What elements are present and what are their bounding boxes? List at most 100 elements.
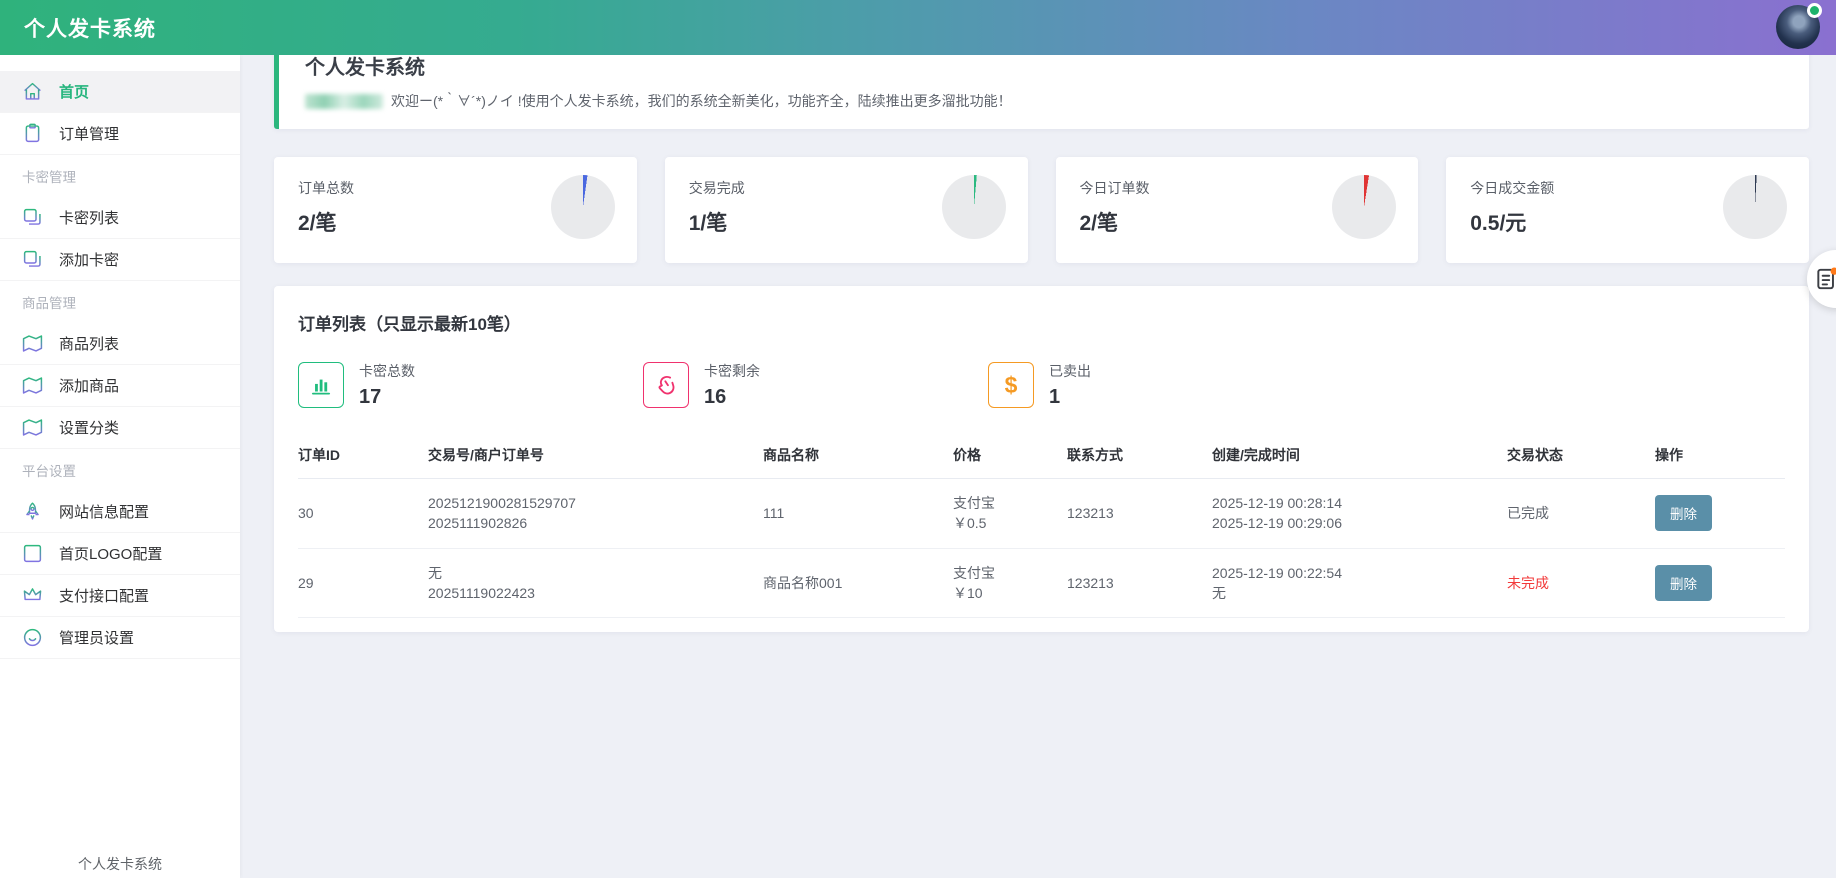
sidebar-item-add-card[interactable]: 添加卡密 bbox=[0, 239, 240, 281]
clipboard-icon bbox=[22, 123, 43, 144]
welcome-title: 个人发卡系统 bbox=[305, 57, 425, 79]
card-key-stats-row: 卡密总数 17 卡密剩余 16 $ 已卖出 1 bbox=[298, 361, 1785, 409]
swipe-hand-icon bbox=[643, 362, 689, 408]
sidebar-item-payment-config[interactable]: 支付接口配置 bbox=[0, 575, 240, 617]
sidebar-footer-title: 个人发卡系统 bbox=[78, 856, 162, 872]
stat-card-total-orders: 订单总数 2/笔 bbox=[274, 157, 637, 263]
sidebar-section-platform-settings: 平台设置 bbox=[22, 464, 76, 479]
user-avatar[interactable] bbox=[1776, 3, 1822, 49]
blurred-username bbox=[305, 93, 383, 109]
cell-contact: 123213 bbox=[1067, 478, 1212, 549]
main-content: 个人发卡系统 欢迎ー(*｀∀´*)ノイ !使用个人发卡系统，我们的系统全新美化，… bbox=[240, 0, 1836, 633]
col-actions: 操作 bbox=[1655, 433, 1785, 479]
cell-order-id: 30 bbox=[298, 478, 428, 549]
orders-panel-title: 订单列表（只显示最新10笔） bbox=[298, 315, 521, 334]
mini-stat-label: 已卖出 bbox=[1049, 363, 1091, 379]
welcome-message: 欢迎ー(*｀∀´*)ノイ !使用个人发卡系统，我们的系统全新美化，功能齐全，陆续… bbox=[305, 91, 1783, 111]
sidebar-item-label: 卡密列表 bbox=[59, 210, 120, 227]
cell-product-name: 111 bbox=[763, 478, 953, 549]
orders-panel: 订单列表（只显示最新10笔） 卡密总数 17 卡密剩余 16 $ 已卖出 1 订… bbox=[274, 286, 1809, 633]
sidebar-item-card-list[interactable]: 卡密列表 bbox=[0, 197, 240, 239]
cell-order-id: 29 bbox=[298, 548, 428, 619]
sidebar-item-label: 添加卡密 bbox=[59, 252, 120, 269]
mini-stat-value: 17 bbox=[359, 386, 382, 408]
sidebar-item-label: 商品列表 bbox=[59, 336, 120, 353]
col-create-complete-time: 创建/完成时间 bbox=[1212, 433, 1507, 479]
cell-contact: 123213 bbox=[1067, 548, 1212, 619]
cell-product-name: 商品名称001 bbox=[763, 548, 953, 619]
sidebar-section-product-management: 商品管理 bbox=[22, 296, 76, 311]
sidebar-item-add-product[interactable]: 添加商品 bbox=[0, 365, 240, 407]
cell-trade-no: 2025121900281529707 2025111902826 bbox=[428, 478, 763, 549]
bar-chart-icon bbox=[298, 362, 344, 408]
sidebar-item-label: 首页LOGO配置 bbox=[59, 546, 163, 563]
sidebar-item-logo-config[interactable]: 首页LOGO配置 bbox=[0, 533, 240, 575]
mini-stat-label: 卡密剩余 bbox=[704, 363, 760, 379]
notes-icon bbox=[1817, 267, 1836, 290]
app-title: 个人发卡系统 bbox=[24, 17, 156, 41]
pie-chart bbox=[1723, 175, 1787, 239]
sidebar-item-home[interactable]: 首页 bbox=[0, 71, 240, 113]
sidebar-item-label: 网站信息配置 bbox=[59, 504, 150, 521]
delete-button[interactable]: 删除 bbox=[1655, 495, 1712, 532]
sidebar-item-admin-settings[interactable]: 管理员设置 bbox=[0, 617, 240, 659]
map-icon bbox=[22, 417, 43, 438]
crown-icon bbox=[22, 585, 43, 606]
mini-stat-label: 卡密总数 bbox=[359, 363, 415, 379]
sidebar-item-label: 添加商品 bbox=[59, 378, 120, 395]
stat-card-today-orders: 今日订单数 2/笔 bbox=[1055, 157, 1419, 263]
sidebar-item-order-management[interactable]: 订单管理 bbox=[0, 113, 240, 155]
delete-button[interactable]: 删除 bbox=[1655, 564, 1712, 601]
sidebar-section-card-management: 卡密管理 bbox=[22, 170, 76, 185]
col-product-name: 商品名称 bbox=[763, 433, 953, 479]
sidebar-item-product-list[interactable]: 商品列表 bbox=[0, 323, 240, 365]
home-icon bbox=[22, 81, 43, 102]
cell-actions: 删除 bbox=[1655, 478, 1785, 549]
col-price: 价格 bbox=[953, 433, 1067, 479]
layout-icon bbox=[22, 543, 43, 564]
cell-trade-no: 无 20251119022423 bbox=[428, 548, 763, 619]
col-trade-no: 交易号/商户订单号 bbox=[428, 433, 763, 479]
mini-stat-total-keys: 卡密总数 17 bbox=[298, 361, 643, 409]
table-row: 30 2025121900281529707 2025111902826 111… bbox=[298, 478, 1785, 549]
pie-chart bbox=[941, 175, 1006, 239]
sidebar-item-label: 首页 bbox=[59, 84, 90, 101]
copy-icon bbox=[22, 207, 43, 228]
sidebar-item-label: 管理员设置 bbox=[59, 630, 135, 647]
cell-price: 支付宝 ￥0.5 bbox=[953, 478, 1067, 549]
online-status-dot bbox=[1807, 3, 1822, 18]
sidebar: 首页 订单管理 卡密管理 卡密列表 添加卡密 商品管理 商品列表 添加商品 设置… bbox=[0, 55, 240, 878]
copy-icon bbox=[22, 249, 43, 270]
welcome-message-text: 欢迎ー(*｀∀´*)ノイ !使用个人发卡系统，我们的系统全新美化，功能齐全，陆续… bbox=[391, 93, 1012, 109]
mini-stat-value: 16 bbox=[704, 386, 727, 408]
sidebar-item-label: 支付接口配置 bbox=[59, 588, 150, 605]
stat-cards-row: 订单总数 2/笔 交易完成 1/笔 今日订单数 2/笔 今日成交金额 0.5/元 bbox=[274, 157, 1809, 263]
app-header: 个人发卡系统 bbox=[0, 0, 1836, 55]
stat-card-today-amount: 今日成交金额 0.5/元 bbox=[1446, 157, 1809, 263]
mini-stat-remaining-keys: 卡密剩余 16 bbox=[643, 361, 988, 409]
col-order-id: 订单ID bbox=[298, 433, 428, 479]
mini-stat-sold: $ 已卖出 1 bbox=[988, 361, 1333, 409]
cell-time: 2025-12-19 00:28:14 2025-12-19 00:29:06 bbox=[1212, 478, 1507, 549]
sidebar-item-site-info-config[interactable]: 网站信息配置 bbox=[0, 491, 240, 533]
rocket-icon bbox=[22, 501, 43, 522]
dollar-icon: $ bbox=[988, 362, 1034, 408]
orders-table: 订单ID 交易号/商户订单号 商品名称 价格 联系方式 创建/完成时间 交易状态… bbox=[298, 433, 1785, 619]
pie-chart bbox=[550, 175, 615, 239]
table-header-row: 订单ID 交易号/商户订单号 商品名称 价格 联系方式 创建/完成时间 交易状态… bbox=[298, 433, 1785, 479]
map-icon bbox=[22, 333, 43, 354]
cell-time: 2025-12-19 00:22:54 无 bbox=[1212, 548, 1507, 619]
pie-chart bbox=[1332, 175, 1397, 239]
col-contact: 联系方式 bbox=[1067, 433, 1212, 479]
smile-icon bbox=[22, 627, 43, 648]
sidebar-item-set-category[interactable]: 设置分类 bbox=[0, 407, 240, 449]
mini-stat-value: 1 bbox=[1049, 386, 1061, 408]
cell-price: 支付宝 ￥10 bbox=[953, 548, 1067, 619]
cell-actions: 删除 bbox=[1655, 548, 1785, 619]
stat-card-completed-trades: 交易完成 1/笔 bbox=[664, 157, 1028, 263]
table-row: 29 无 20251119022423 商品名称001 支付宝 ￥10 1232… bbox=[298, 548, 1785, 619]
col-trade-status: 交易状态 bbox=[1507, 433, 1655, 479]
map-icon bbox=[22, 375, 43, 396]
sidebar-item-label: 设置分类 bbox=[59, 420, 120, 437]
sidebar-item-label: 订单管理 bbox=[59, 126, 120, 143]
